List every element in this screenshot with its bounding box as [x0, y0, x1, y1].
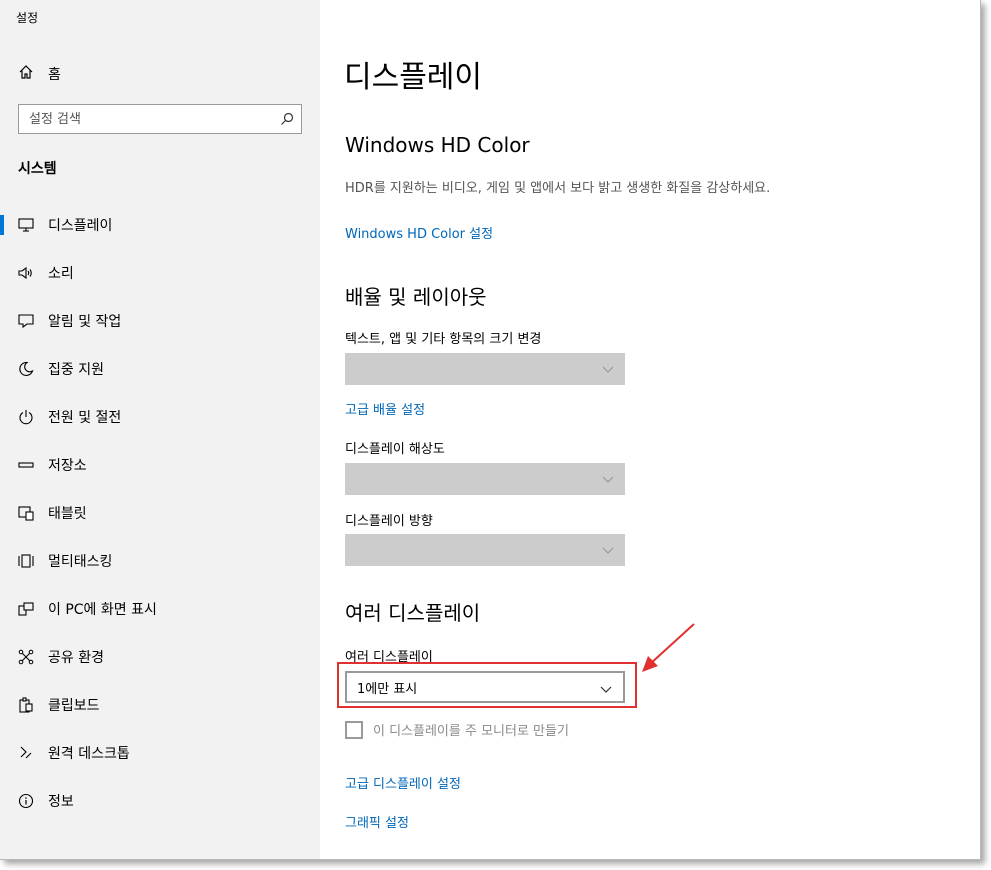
- sidebar-item-label: 알림 및 작업: [48, 314, 122, 330]
- orientation-dropdown[interactable]: [345, 534, 625, 566]
- sidebar-item-multitasking[interactable]: 멀티태스킹: [0, 537, 320, 585]
- orientation-label: 디스플레이 방향: [345, 514, 433, 529]
- main-content: 디스플레이 Windows HD Color HDR를 지원하는 비디오, 게임…: [320, 0, 980, 859]
- sidebar-item-label: 전원 및 절전: [48, 410, 122, 426]
- sidebar-item-shared-experiences[interactable]: 공유 환경: [0, 633, 320, 681]
- storage-icon: [17, 456, 35, 474]
- sidebar-item-project[interactable]: 이 PC에 화면 표시: [0, 585, 320, 633]
- sidebar-item-tablet[interactable]: 태블릿: [0, 489, 320, 537]
- sidebar-item-label: 정보: [48, 794, 74, 810]
- sidebar-item-label: 태블릿: [48, 506, 87, 522]
- main-display-checkbox[interactable]: [345, 720, 363, 739]
- advanced-display-link[interactable]: 고급 디스플레이 설정: [345, 773, 461, 792]
- sidebar-nav: 디스플레이 소리 알림 및 작업 집중 지원 전원 및 절전 저장소 태블릿 멀…: [0, 201, 320, 825]
- remote-desktop-icon: [17, 744, 35, 762]
- sidebar-item-home[interactable]: 홈: [18, 62, 308, 86]
- speaker-icon: [17, 264, 35, 282]
- chevron-down-icon: [601, 471, 615, 490]
- search-input[interactable]: [19, 110, 273, 128]
- sidebar-item-notifications[interactable]: 알림 및 작업: [0, 297, 320, 345]
- annotation-highlight-box: [337, 662, 637, 708]
- hdr-settings-link[interactable]: Windows HD Color 설정: [345, 223, 493, 242]
- search-icon[interactable]: [273, 112, 301, 126]
- shared-experiences-icon: [17, 648, 35, 666]
- section-title: 시스템: [18, 161, 57, 177]
- home-icon: [18, 64, 34, 84]
- settings-window: 설정 홈 시스템 디스플레이: [0, 0, 981, 860]
- sidebar-item-label: 홈: [48, 67, 61, 83]
- sidebar-item-display[interactable]: 디스플레이: [0, 201, 320, 249]
- text-size-dropdown[interactable]: [345, 353, 625, 385]
- sidebar: 설정 홈 시스템 디스플레이: [0, 0, 320, 859]
- main-display-checkbox-row[interactable]: 이 디스플레이를 주 모니터로 만들기: [345, 720, 569, 739]
- clipboard-icon: [17, 696, 35, 714]
- chevron-down-icon: [601, 361, 615, 380]
- sidebar-item-label: 저장소: [48, 458, 87, 474]
- scale-heading: 배율 및 레이아웃: [345, 285, 487, 309]
- sidebar-item-clipboard[interactable]: 클립보드: [0, 681, 320, 729]
- tablet-icon: [17, 504, 35, 522]
- sidebar-item-label: 소리: [48, 266, 74, 282]
- sidebar-item-storage[interactable]: 저장소: [0, 441, 320, 489]
- sidebar-item-label: 공유 환경: [48, 650, 104, 666]
- graphics-settings-link[interactable]: 그래픽 설정: [345, 812, 409, 831]
- sidebar-item-label: 이 PC에 화면 표시: [48, 602, 157, 618]
- chevron-down-icon: [601, 542, 615, 561]
- search-box[interactable]: [18, 104, 302, 134]
- sidebar-item-label: 원격 데스크톱: [48, 746, 130, 762]
- sidebar-item-label: 멀티태스킹: [48, 554, 113, 570]
- info-icon: [17, 792, 35, 810]
- power-icon: [17, 408, 35, 426]
- sidebar-item-sound[interactable]: 소리: [0, 249, 320, 297]
- page-title: 디스플레이: [344, 60, 482, 95]
- resolution-label: 디스플레이 해상도: [345, 442, 445, 457]
- sidebar-item-label: 집중 지원: [48, 362, 104, 378]
- app-title: 설정: [16, 11, 39, 25]
- main-display-checkbox-label: 이 디스플레이를 주 모니터로 만들기: [373, 724, 569, 739]
- monitor-icon: [17, 216, 35, 234]
- resolution-dropdown[interactable]: [345, 463, 625, 495]
- multi-display-heading: 여러 디스플레이: [345, 601, 481, 625]
- sidebar-item-focus-assist[interactable]: 집중 지원: [0, 345, 320, 393]
- sidebar-item-label: 클립보드: [48, 698, 100, 714]
- project-icon: [17, 600, 35, 618]
- sidebar-item-power[interactable]: 전원 및 절전: [0, 393, 320, 441]
- advanced-scaling-link[interactable]: 고급 배율 설정: [345, 399, 425, 418]
- notification-icon: [17, 312, 35, 330]
- sidebar-item-about[interactable]: 정보: [0, 777, 320, 825]
- sidebar-item-label: 디스플레이: [48, 218, 113, 234]
- multitasking-icon: [17, 552, 35, 570]
- hdr-description: HDR를 지원하는 비디오, 게임 및 앱에서 보다 밝고 생생한 화질을 감상…: [345, 181, 771, 196]
- text-size-label: 텍스트, 앱 및 기타 항목의 크기 변경: [345, 332, 542, 347]
- sidebar-item-remote-desktop[interactable]: 원격 데스크톱: [0, 729, 320, 777]
- hdr-heading: Windows HD Color: [345, 133, 530, 157]
- moon-icon: [17, 360, 35, 378]
- annotation-arrow-icon: [642, 623, 695, 672]
